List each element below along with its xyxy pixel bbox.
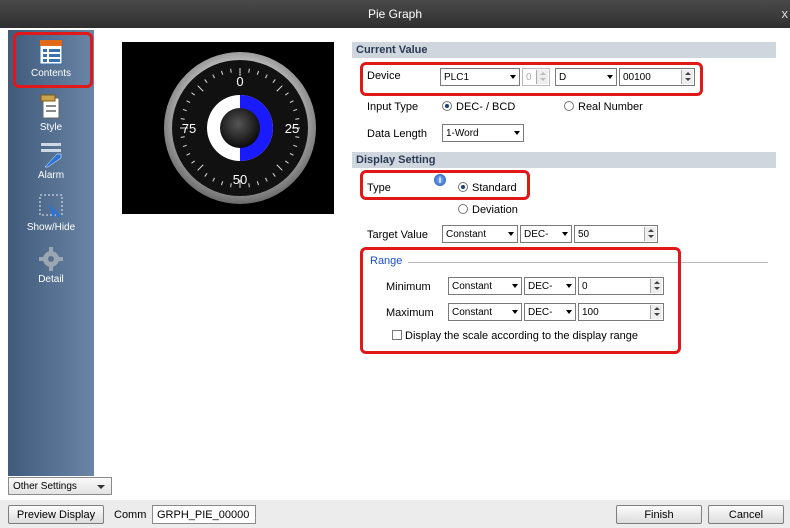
comm-label: Comm	[114, 509, 147, 521]
gauge-tick	[230, 183, 232, 188]
radio-selected-icon	[442, 101, 452, 111]
tick-label-left: 75	[182, 121, 196, 136]
tick-label-bottom: 50	[233, 172, 247, 187]
show-hide-icon	[39, 194, 63, 218]
chevron-down-icon	[97, 485, 105, 489]
sidebar: Contents Style Alarm Show/Hide Detail	[8, 30, 94, 476]
radio-deviation[interactable]: Deviation	[458, 204, 518, 216]
tick-label-right: 25	[285, 121, 299, 136]
close-icon[interactable]: x	[782, 6, 789, 21]
sidebar-item-detail[interactable]: Detail	[8, 246, 94, 285]
sidebar-item-label: Style	[39, 122, 63, 133]
device-highlight	[360, 62, 703, 96]
radio-label: Deviation	[472, 204, 518, 216]
gear-icon	[39, 247, 63, 271]
target-value-value: 50	[578, 229, 590, 240]
input-type-label: Input Type	[367, 101, 419, 113]
window-title: Pie Graph	[367, 7, 423, 21]
graph-preview: 0 75 25 50	[122, 42, 334, 214]
gauge-tick	[248, 68, 250, 73]
preview-display-button[interactable]: Preview Display	[8, 505, 104, 524]
tick-label-top: 0	[236, 74, 243, 89]
gauge-tick	[295, 118, 300, 120]
contents-highlight	[13, 32, 93, 88]
style-icon	[40, 94, 60, 119]
cancel-button[interactable]: Cancel	[708, 505, 784, 524]
radio-label: DEC- / BCD	[456, 101, 516, 113]
settings-panel: Current Value Device PLC1 0 D 00100 Inpu…	[352, 42, 776, 494]
other-settings-label: Other Settings	[13, 481, 77, 492]
chevron-down-icon	[508, 232, 514, 236]
comm-field[interactable]: GRPH_PIE_00000	[152, 505, 256, 524]
radio-label: Real Number	[578, 101, 643, 113]
target-source-dropdown[interactable]: Constant	[442, 225, 518, 243]
alarm-icon	[41, 143, 62, 168]
title-bar: Pie Graph x	[0, 0, 790, 28]
other-settings-dropdown[interactable]: Other Settings	[8, 477, 112, 495]
target-format-dropdown[interactable]: DEC-	[520, 225, 572, 243]
gauge-tick	[248, 183, 250, 188]
bottom-bar: Preview Display Comm GRPH_PIE_00000 Fini…	[0, 500, 790, 528]
section-header-current-value: Current Value	[352, 42, 776, 58]
radio-unselected-icon	[564, 101, 574, 111]
radio-dec-bcd[interactable]: DEC- / BCD	[442, 101, 515, 113]
gauge-tick	[295, 136, 300, 138]
pie-graph-preview: 0 75 25 50	[164, 52, 316, 204]
data-length-label: Data Length	[367, 128, 427, 140]
chevron-down-icon	[562, 232, 568, 236]
sidebar-item-style[interactable]: Style	[8, 92, 94, 133]
sidebar-item-alarm[interactable]: Alarm	[8, 140, 94, 181]
data-length-dropdown[interactable]: 1-Word	[442, 124, 524, 142]
gauge-tick	[230, 68, 232, 73]
radio-unselected-icon	[458, 204, 468, 214]
gauge-center	[220, 108, 260, 148]
sidebar-item-label: Detail	[38, 274, 64, 285]
sidebar-item-label: Show/Hide	[26, 222, 76, 233]
target-format-value: DEC-	[524, 229, 549, 240]
chevron-down-icon	[514, 131, 520, 135]
section-header-display-setting: Display Setting	[352, 152, 776, 168]
spinner-arrows-icon	[644, 227, 656, 241]
radio-real-number[interactable]: Real Number	[564, 101, 643, 113]
range-highlight	[360, 247, 681, 354]
target-value-label: Target Value	[367, 229, 428, 241]
gauge-tick	[180, 118, 185, 120]
target-source-value: Constant	[446, 229, 487, 240]
target-value-field[interactable]: 50	[574, 225, 658, 243]
gauge-tick	[180, 136, 185, 138]
sidebar-item-show-hide[interactable]: Show/Hide	[8, 192, 94, 233]
finish-button[interactable]: Finish	[616, 505, 702, 524]
type-highlight	[360, 170, 530, 200]
sidebar-item-label: Alarm	[37, 170, 65, 181]
data-length-value: 1-Word	[446, 128, 479, 139]
